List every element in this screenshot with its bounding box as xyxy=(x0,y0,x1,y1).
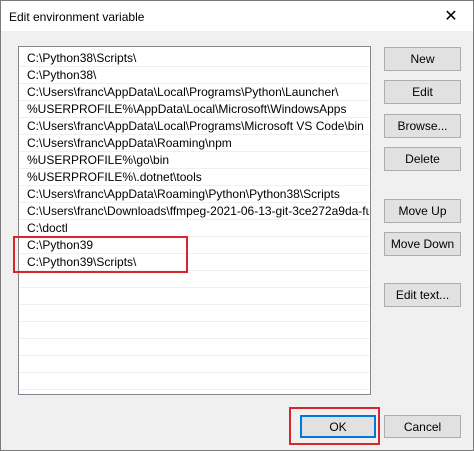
path-list[interactable]: C:\Python38\Scripts\ C:\Python38\ C:\Users… xyxy=(18,46,371,395)
delete-button[interactable]: Delete xyxy=(384,147,461,171)
row-separator xyxy=(19,83,370,84)
new-button[interactable]: New xyxy=(384,47,461,71)
close-icon[interactable]: ✕ xyxy=(429,1,473,31)
path-list-item[interactable]: C:\Python39 xyxy=(27,237,369,254)
move-down-button[interactable]: Move Down xyxy=(384,232,461,256)
row-separator xyxy=(19,219,370,220)
ok-button[interactable]: OK xyxy=(300,415,376,438)
move-up-button[interactable]: Move Up xyxy=(384,199,461,223)
path-list-item[interactable]: C:\Users\franc\AppData\Roaming\Python\Py… xyxy=(27,186,369,203)
path-list-item[interactable]: C:\Python39\Scripts\ xyxy=(27,254,369,271)
path-list-item[interactable]: C:\Python38\ xyxy=(27,67,369,84)
row-separator xyxy=(19,355,370,356)
row-separator xyxy=(19,321,370,322)
browse-button[interactable]: Browse... xyxy=(384,114,461,138)
row-separator xyxy=(19,389,370,390)
row-separator xyxy=(19,304,370,305)
row-separator xyxy=(19,202,370,203)
row-separator xyxy=(19,372,370,373)
row-separator xyxy=(19,117,370,118)
cancel-button[interactable]: Cancel xyxy=(384,415,461,438)
row-separator xyxy=(19,151,370,152)
path-list-item[interactable]: C:\Users\franc\AppData\Local\Programs\Mi… xyxy=(27,118,369,135)
path-list-item[interactable]: %USERPROFILE%\go\bin xyxy=(27,152,369,169)
edit-environment-variable-dialog: Edit environment variable ✕ C:\Python38\… xyxy=(0,0,474,451)
row-separator xyxy=(19,134,370,135)
path-list-item[interactable]: C:\Users\franc\Downloads\ffmpeg-2021-06-… xyxy=(27,203,369,220)
row-separator xyxy=(19,66,370,67)
row-separator xyxy=(19,185,370,186)
row-separator xyxy=(19,253,370,254)
row-separator xyxy=(19,168,370,169)
path-list-item[interactable]: %USERPROFILE%\.dotnet\tools xyxy=(27,169,369,186)
path-list-item[interactable]: C:\doctl xyxy=(27,220,369,237)
path-list-item[interactable]: C:\Python38\Scripts\ xyxy=(27,50,369,67)
dialog-title: Edit environment variable xyxy=(9,10,145,24)
row-separator xyxy=(19,338,370,339)
path-list-item[interactable]: %USERPROFILE%\AppData\Local\Microsoft\Wi… xyxy=(27,101,369,118)
path-list-item[interactable]: C:\Users\franc\AppData\Roaming\npm xyxy=(27,135,369,152)
row-separator xyxy=(19,100,370,101)
path-list-item[interactable]: C:\Users\franc\AppData\Local\Programs\Py… xyxy=(27,84,369,101)
edit-button[interactable]: Edit xyxy=(384,80,461,104)
edit-text-button[interactable]: Edit text... xyxy=(384,283,461,307)
row-separator xyxy=(19,236,370,237)
row-separator xyxy=(19,270,370,271)
title-bar: Edit environment variable ✕ xyxy=(1,1,473,31)
row-separator xyxy=(19,287,370,288)
